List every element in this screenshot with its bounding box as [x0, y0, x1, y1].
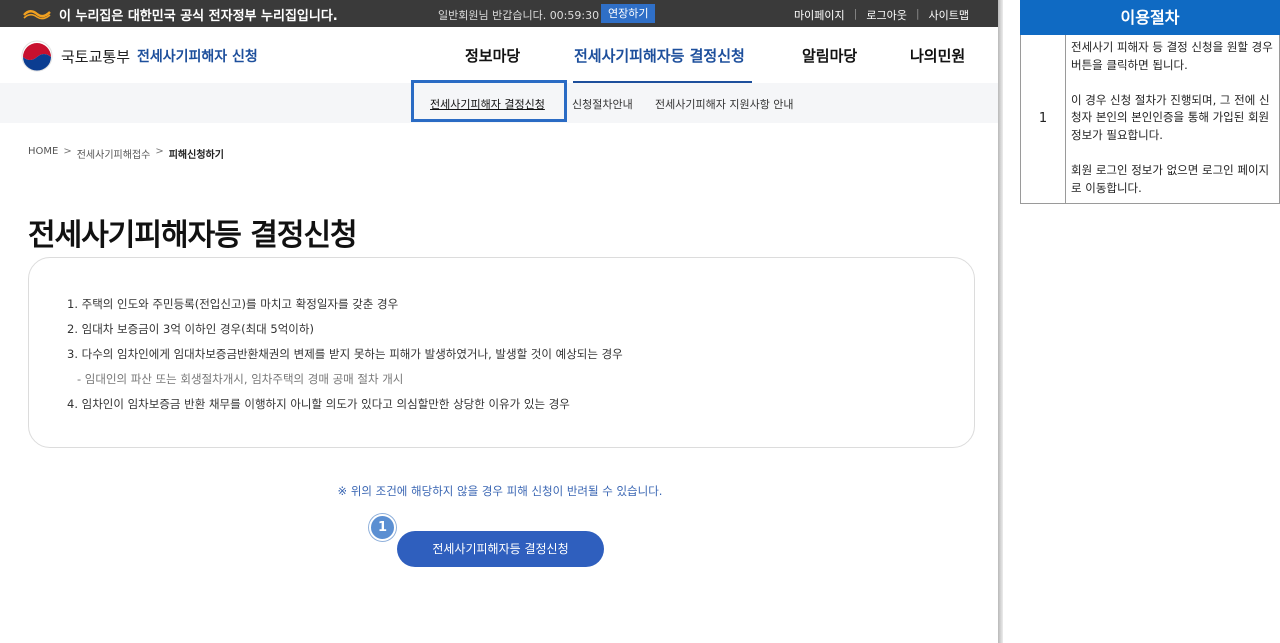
guide-row-number: 1 [1021, 35, 1066, 203]
guide-title: 이용절차 [1020, 0, 1280, 35]
eligibility-conditions-box: 1. 주택의 인도와 주민등록(전입신고)를 마치고 확정일자를 갖춘 경우 2… [28, 257, 975, 448]
apply-button[interactable]: 전세사기피해자등 결정신청 [397, 531, 604, 567]
extend-session-button[interactable]: 연장하기 [601, 4, 656, 23]
condition-subitem: - 임대인의 파산 또는 회생절차개시, 임차주택의 경매 공매 절차 개시 [77, 372, 404, 386]
nav-application[interactable]: 전세사기피해자등 결정신청 [574, 45, 745, 66]
breadcrumb-home[interactable]: HOME [28, 146, 58, 161]
main-page: 이 누리집은 대한민국 공식 전자정부 누리집입니다. 일반회원님 반갑습니다.… [0, 0, 998, 643]
step-number-badge: 1 [369, 514, 396, 541]
page-title: 전세사기피해자등 결정신청 [28, 218, 358, 253]
gov-banner: 이 누리집은 대한민국 공식 전자정부 누리집입니다. 일반회원님 반갑습니다.… [0, 0, 998, 27]
taegeuk-logo-icon[interactable] [20, 39, 54, 73]
breadcrumb-separator: > [155, 146, 164, 157]
breadcrumb-separator: > [63, 146, 72, 157]
site-header: 국토교통부 전세사기피해자 신청 정보마당 전세사기피해자등 결정신청 알림마당… [0, 27, 998, 83]
condition-item: 2. 임대차 보증금이 3억 이하인 경우(최대 5억이하) [67, 322, 314, 336]
subnav-support[interactable]: 전세사기피해자 지원사항 안내 [655, 96, 794, 112]
rejection-notice: ※ 위의 조건에 해당하지 않을 경우 피해 신청이 반려될 수 있습니다. [337, 484, 663, 498]
guide-row: 1 전세사기 피해자 등 결정 신청을 원할 경우 버튼을 클릭하면 됩니다. … [1020, 35, 1280, 204]
subnav-procedure[interactable]: 신청절차안내 [572, 96, 633, 112]
condition-item: 4. 임차인이 임차보증금 반환 채무를 이행하지 아니할 의도가 있다고 의심… [67, 397, 570, 411]
breadcrumb-current: 피해신청하기 [168, 150, 224, 161]
gov-notice-text: 이 누리집은 대한민국 공식 전자정부 누리집입니다. [59, 9, 338, 24]
divider: | [915, 7, 920, 20]
page-edge-shadow [998, 0, 1003, 643]
session-timer: 일반회원님 반갑습니다. 00:59:30 [438, 9, 600, 22]
service-name[interactable]: 전세사기피해자 신청 [137, 46, 258, 66]
nav-notice[interactable]: 알림마당 [802, 45, 857, 66]
sitemap-link[interactable]: 사이트맵 [929, 7, 969, 23]
utility-links: 마이페이지 | 로그아웃 | 사이트맵 [794, 7, 969, 23]
mypage-link[interactable]: 마이페이지 [794, 7, 845, 23]
condition-item: 3. 다수의 임차인에게 임대차보증금반환채권의 변제를 받지 못하는 피해가 … [67, 347, 623, 361]
logout-link[interactable]: 로그아웃 [866, 7, 906, 23]
breadcrumb-reception[interactable]: 전세사기피해접수 [77, 146, 151, 161]
usage-guide-panel: 이용절차 1 전세사기 피해자 등 결정 신청을 원할 경우 버튼을 클릭하면 … [1020, 0, 1280, 204]
nav-my-petitions[interactable]: 나의민원 [910, 45, 965, 66]
ministry-name[interactable]: 국토교통부 [61, 46, 130, 67]
divider: | [853, 7, 858, 20]
gov-emblem-icon [23, 10, 51, 20]
breadcrumb: HOME > 전세사기피해접수 > 피해신청하기 [28, 146, 224, 161]
condition-item: 1. 주택의 인도와 주민등록(전입신고)를 마치고 확정일자를 갖춘 경우 [67, 297, 399, 311]
guide-row-text: 전세사기 피해자 등 결정 신청을 원할 경우 버튼을 클릭하면 됩니다. 이 … [1071, 40, 1273, 195]
subnav-highlight-box [411, 80, 567, 122]
nav-info[interactable]: 정보마당 [465, 45, 520, 66]
